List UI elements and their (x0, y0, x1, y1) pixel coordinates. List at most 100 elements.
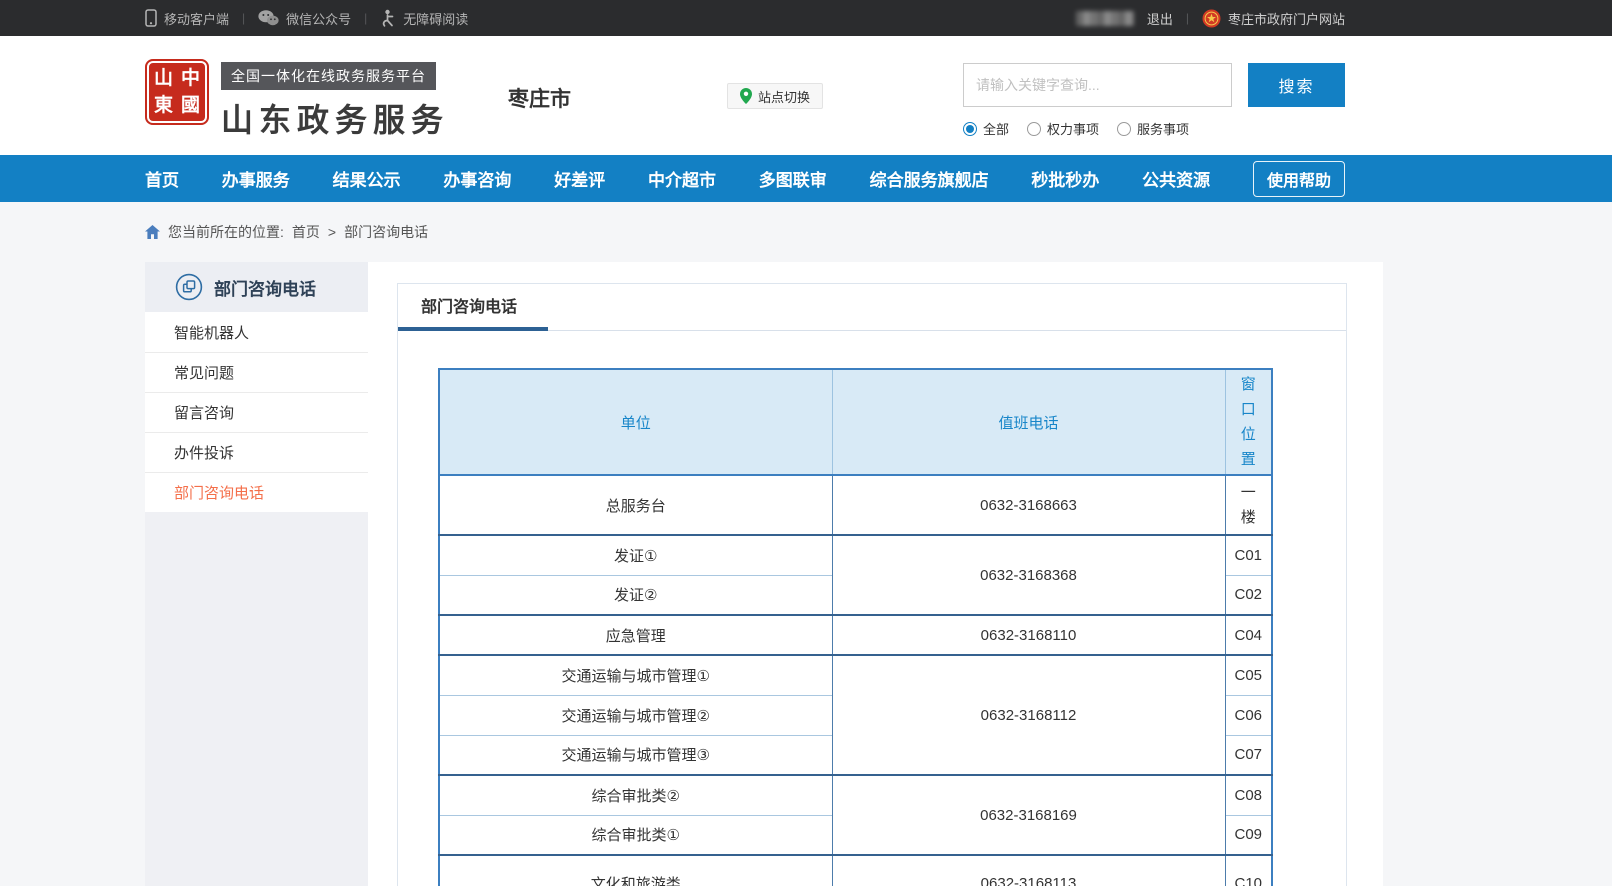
page-body: 您当前所在的位置: 首页 > 部门咨询电话 部门咨询电话 智能机器人 常见问题 (0, 202, 1612, 886)
sidebar-item-department-phones[interactable]: 部门咨询电话 (145, 472, 368, 512)
location-pin-icon (740, 88, 752, 104)
accessibility-label: 无障碍阅读 (403, 9, 468, 28)
unit-cell: 发证① (439, 535, 832, 575)
topbar-separator: | (364, 11, 367, 25)
filter-radio-power-items[interactable]: 权力事项 (1027, 119, 1099, 138)
tab-active-underline (398, 327, 548, 331)
nav-item-public-resources[interactable]: 公共资源 (1142, 166, 1210, 191)
unit-cell: 交通运输与城市管理① (439, 655, 832, 695)
table-row: 综合审批类② 0632-3168169 C08 (439, 775, 1272, 815)
shandong-seal-icon: 山 中 東 國 (145, 59, 209, 125)
sidebar-header: 部门咨询电话 (145, 262, 368, 312)
header-phone: 值班电话 (832, 369, 1225, 475)
home-icon (145, 225, 160, 239)
content-box: 部门咨询电话 单位 值班电话 窗口位置 总服务台 (397, 283, 1347, 886)
search-button[interactable]: 搜索 (1248, 63, 1345, 107)
window-cell: C07 (1225, 735, 1272, 775)
mobile-client-label: 移动客户端 (164, 9, 229, 28)
seal-char: 山 (154, 69, 173, 88)
sidebar-item-complaint[interactable]: 办件投诉 (145, 432, 368, 472)
site-switch-button[interactable]: 站点切换 (727, 83, 823, 109)
phone-directory-icon (175, 273, 203, 301)
breadcrumb-home-link[interactable]: 首页 (292, 222, 320, 242)
phone-cell: 0632-3168112 (832, 655, 1225, 775)
nav-item-instant-approval[interactable]: 秒批秒办 (1031, 166, 1099, 191)
unit-cell: 文化和旅游类 (439, 855, 832, 886)
table-row: 发证① 0632-3168368 C01 (439, 535, 1272, 575)
filter-radio-service-items[interactable]: 服务事项 (1117, 119, 1189, 138)
wechat-label: 微信公众号 (286, 9, 351, 28)
nav-item-consultation[interactable]: 办事咨询 (443, 166, 511, 191)
sidebar-filler (145, 512, 368, 886)
table-row: 应急管理 0632-3168110 C04 (439, 615, 1272, 655)
nav-item-agency-market[interactable]: 中介超市 (648, 166, 716, 191)
breadcrumb-current: 部门咨询电话 (344, 222, 428, 242)
sidebar: 部门咨询电话 智能机器人 常见问题 留言咨询 办件投诉 部门咨询电话 (145, 262, 368, 886)
search-filters: 全部 权力事项 服务事项 (963, 119, 1345, 138)
window-cell: C06 (1225, 695, 1272, 735)
accessibility-link[interactable]: 无障碍阅读 (380, 9, 468, 28)
nav-item-results[interactable]: 结果公示 (333, 166, 401, 191)
header-window: 窗口位置 (1225, 369, 1272, 475)
sidebar-title: 部门咨询电话 (214, 275, 316, 300)
filter-radio-all[interactable]: 全部 (963, 119, 1009, 138)
sidebar-item-smart-robot[interactable]: 智能机器人 (145, 312, 368, 352)
table-row: 总服务台 0632-3168663 一楼 (439, 475, 1272, 535)
phone-cell: 0632-3168113 (832, 855, 1225, 886)
phone-cell: 0632-3168368 (832, 535, 1225, 615)
logout-link[interactable]: 退出 (1147, 9, 1173, 28)
platform-badge: 全国一体化在线政务服务平台 (221, 62, 436, 90)
radio-icon (1027, 122, 1041, 136)
nav-item-rating[interactable]: 好差评 (554, 166, 605, 191)
window-cell: C08 (1225, 775, 1272, 815)
search-input[interactable] (963, 63, 1232, 107)
table-header-row: 单位 值班电话 窗口位置 (439, 369, 1272, 475)
filter-label: 服务事项 (1137, 119, 1189, 138)
site-logo[interactable]: 山 中 東 國 全国一体化在线政务服务平台 山东政务服务 (145, 59, 449, 141)
seal-char: 國 (181, 96, 200, 115)
window-cell: C02 (1225, 575, 1272, 615)
phone-table: 单位 值班电话 窗口位置 总服务台 0632-3168663 一楼 发证① (438, 368, 1273, 886)
national-emblem-icon (1202, 9, 1221, 28)
main-panel: 部门咨询电话 单位 值班电话 窗口位置 总服务台 (368, 262, 1383, 886)
wechat-icon (258, 10, 279, 26)
topbar-separator: | (1186, 11, 1189, 25)
breadcrumb-separator: > (328, 224, 336, 240)
site-switch-label: 站点切换 (758, 87, 810, 106)
mobile-phone-icon (145, 9, 157, 27)
unit-cell: 综合审批类① (439, 815, 832, 855)
tab-department-phones[interactable]: 部门咨询电话 (421, 284, 517, 331)
topbar-separator: | (242, 11, 245, 25)
table-row: 文化和旅游类 0632-3168113 C10 (439, 855, 1272, 886)
filter-label: 权力事项 (1047, 119, 1099, 138)
gov-portal-label: 枣庄市政府门户网站 (1228, 9, 1345, 28)
breadcrumb-prefix: 您当前所在的位置: (168, 222, 284, 242)
nav-item-flagship-store[interactable]: 综合服务旗舰店 (870, 166, 989, 191)
nav-item-home[interactable]: 首页 (145, 166, 179, 191)
main-nav: 首页 办事服务 结果公示 办事咨询 好差评 中介超市 多图联审 综合服务旗舰店 … (0, 155, 1612, 202)
header-unit: 单位 (439, 369, 832, 475)
window-cell: C09 (1225, 815, 1272, 855)
tab-bar: 部门咨询电话 (398, 284, 1346, 331)
unit-cell: 应急管理 (439, 615, 832, 655)
nav-help-button[interactable]: 使用帮助 (1253, 161, 1345, 197)
gov-portal-link[interactable]: 枣庄市政府门户网站 (1202, 9, 1345, 28)
unit-cell: 总服务台 (439, 475, 832, 535)
topbar-left: 移动客户端 | 微信公众号 | 无障碍阅读 (145, 9, 468, 28)
sidebar-item-message-consult[interactable]: 留言咨询 (145, 392, 368, 432)
window-cell: C01 (1225, 535, 1272, 575)
phone-cell: 0632-3168663 (832, 475, 1225, 535)
breadcrumb: 您当前所在的位置: 首页 > 部门咨询电话 (145, 202, 1345, 262)
phone-cell: 0632-3168110 (832, 615, 1225, 655)
sidebar-item-label: 常见问题 (174, 362, 234, 383)
nav-item-services[interactable]: 办事服务 (222, 166, 290, 191)
logout-label: 退出 (1147, 9, 1173, 28)
accessibility-icon (380, 9, 396, 27)
sidebar-item-faq[interactable]: 常见问题 (145, 352, 368, 392)
wechat-link[interactable]: 微信公众号 (258, 9, 351, 28)
city-name: 枣庄市 (508, 83, 571, 113)
nav-item-multi-review[interactable]: 多图联审 (759, 166, 827, 191)
mobile-client-link[interactable]: 移动客户端 (145, 9, 229, 28)
seal-char: 中 (181, 69, 200, 88)
sidebar-item-label: 智能机器人 (174, 322, 249, 343)
